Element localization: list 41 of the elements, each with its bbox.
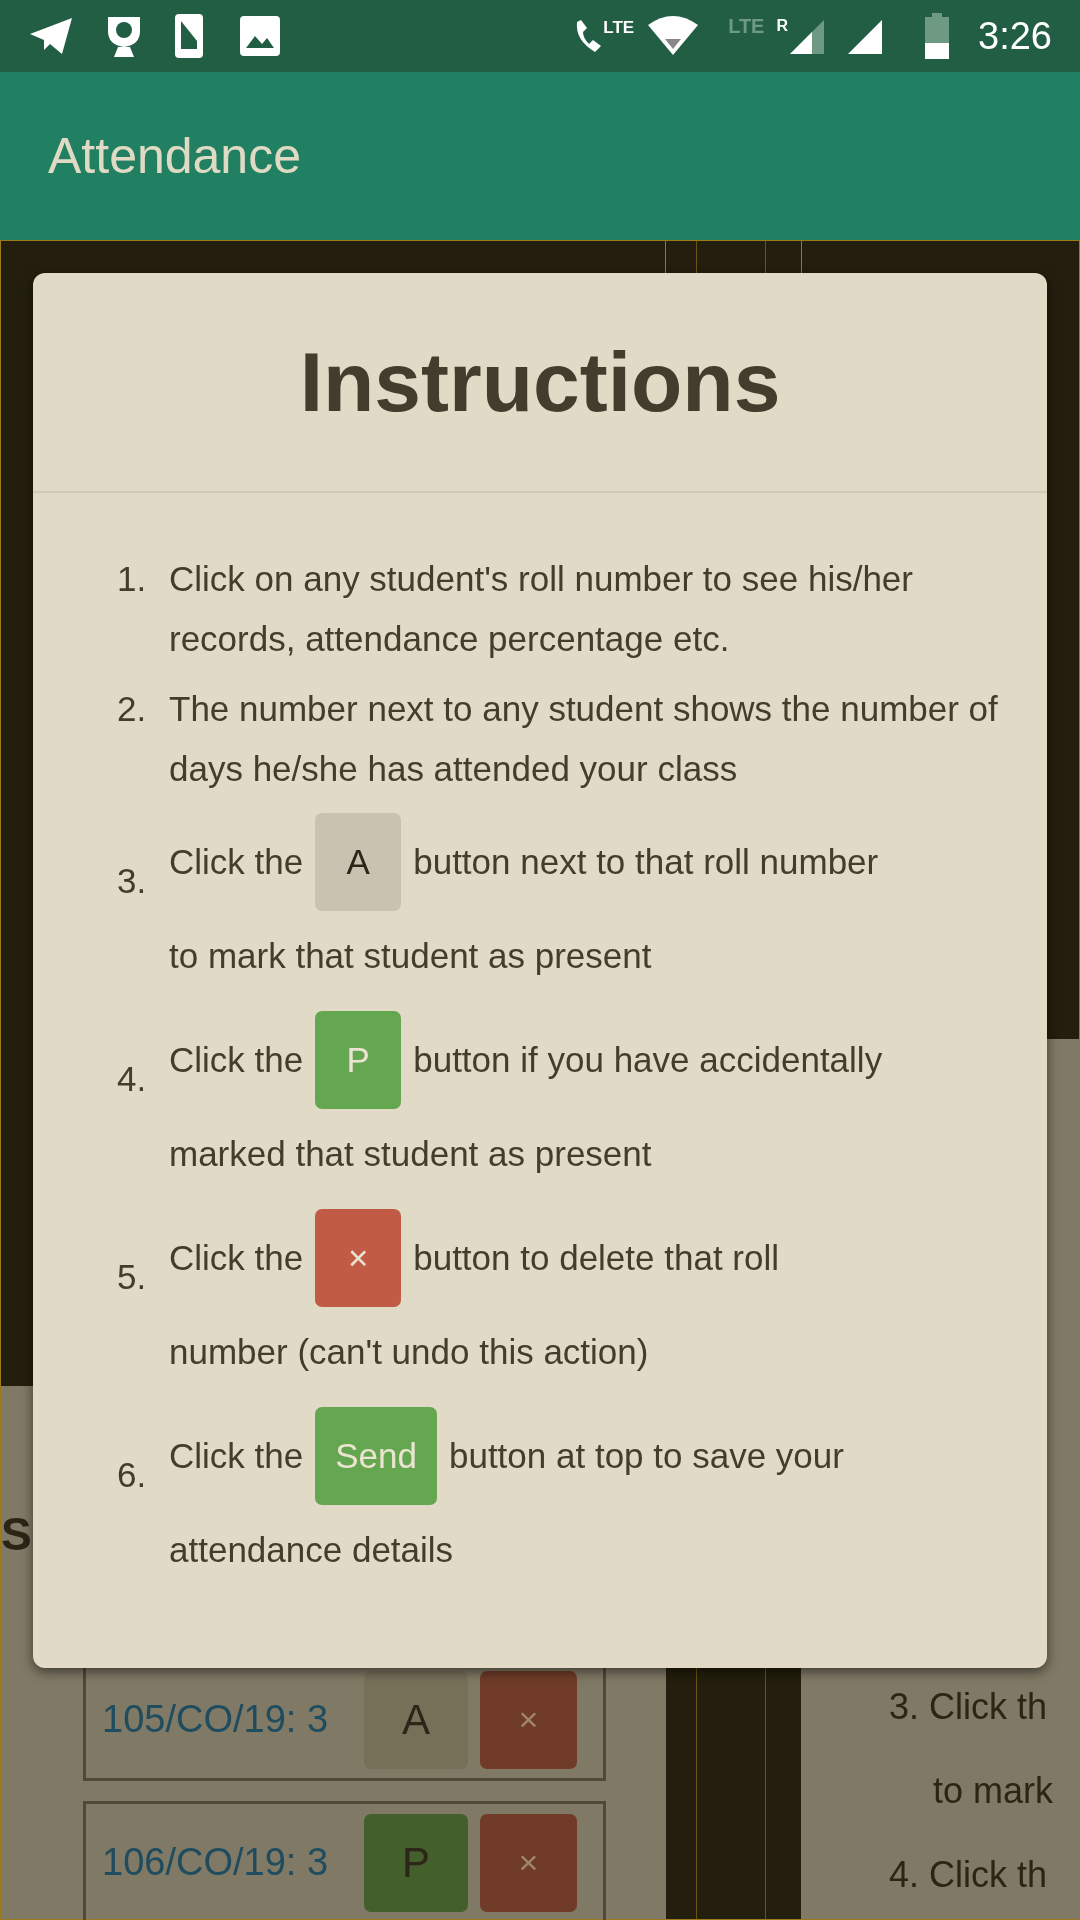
heading-fragment: S <box>1 1511 32 1557</box>
item-number: 4. <box>117 1058 148 1100</box>
instruction-text: button if you have accidentally <box>413 1040 883 1079</box>
instruction-text: button next to that roll number <box>413 842 879 881</box>
instruction-text: button at top to save your <box>448 1436 844 1475</box>
instruction-text: button to delete that roll <box>413 1238 780 1277</box>
app-title: Attendance <box>48 126 301 186</box>
call-network-label: LTE <box>603 17 635 40</box>
item-number: 6. <box>117 1454 148 1496</box>
instruction-fragment: to mark <box>932 1769 1055 1813</box>
network-type-label: LTE <box>728 14 765 39</box>
instruction-text: Click the <box>169 1040 304 1079</box>
instruction-text: The number next to any student shows the number of days he/she has attended your class <box>169 688 999 790</box>
mark-button[interactable]: P <box>364 1813 468 1912</box>
instruction-text: attendance details <box>169 1530 454 1569</box>
instruction-text: number (can't undo this action) <box>169 1332 649 1371</box>
instruction-text: Click the <box>169 1238 304 1277</box>
phone-device-icon <box>174 13 204 59</box>
image-icon <box>240 16 280 56</box>
instruction-fragment: 4. Click th <box>889 1853 1049 1897</box>
paper-plane-icon <box>28 16 74 56</box>
instruction-text: to mark that student as present <box>169 936 652 975</box>
delete-button[interactable]: × <box>480 1670 577 1769</box>
item-number: 5. <box>117 1256 148 1298</box>
instruction-text: Click the <box>169 842 304 881</box>
battery-icon <box>924 13 951 59</box>
instruction-text: marked that student as present <box>169 1134 652 1173</box>
delete-button[interactable]: × <box>480 1813 577 1912</box>
instruction-text: Click the <box>169 1436 304 1475</box>
mark-button[interactable]: A <box>364 1670 468 1769</box>
wifi-icon <box>646 15 701 57</box>
roaming-label: R <box>776 16 789 36</box>
item-number: 1. <box>117 558 148 600</box>
instruction-text: Click on any student's roll number to see his/her records, attendance percentage etc. <box>169 558 914 660</box>
dialog-title: Instructions <box>299 334 781 431</box>
instruction-fragment: 3. Click th <box>889 1685 1049 1729</box>
roll-number-link[interactable]: 105/CO/19: 3 <box>102 1691 352 1748</box>
item-number: 3. <box>117 860 148 902</box>
clock-time: 3:26 <box>978 13 1052 59</box>
item-number: 2. <box>117 688 148 730</box>
roll-number-link[interactable]: 106/CO/19: 3 <box>102 1834 352 1891</box>
